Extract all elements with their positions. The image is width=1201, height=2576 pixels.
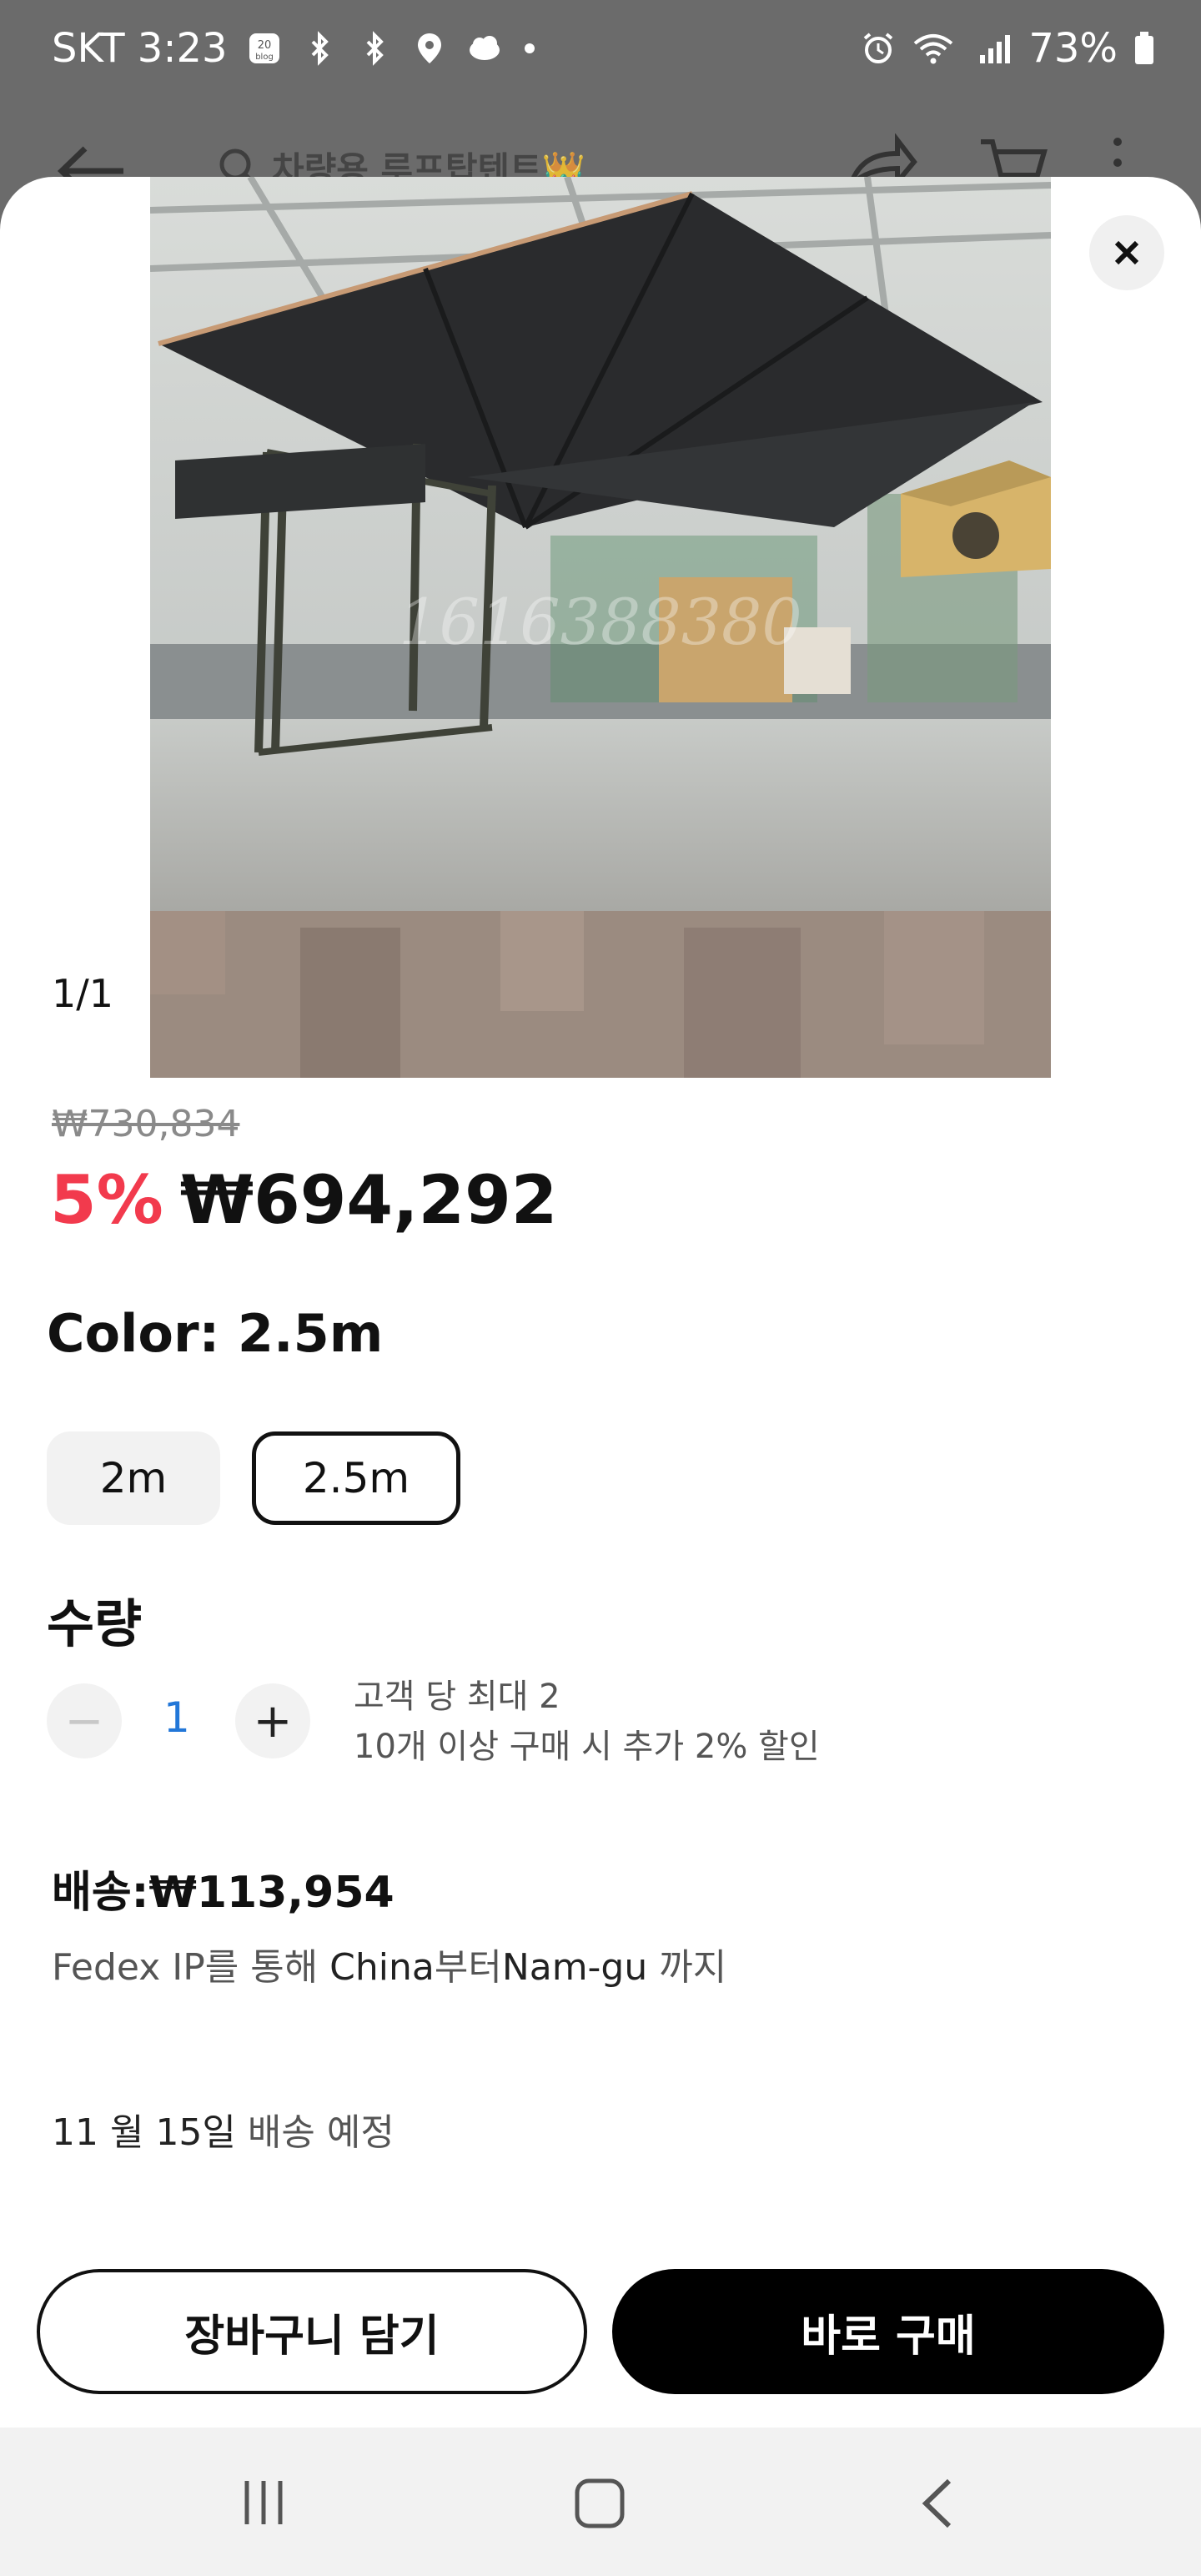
price-row: 5% ₩694,292 — [50, 1161, 557, 1239]
shipping-route: Fedex IP를 통해 China부터Nam-gu 까지 — [52, 1937, 726, 1990]
close-icon — [1114, 240, 1139, 265]
location-icon — [417, 33, 441, 63]
option-2-5m-selected[interactable]: 2.5m — [252, 1431, 460, 1525]
route-suffix: 까지 — [647, 1946, 727, 1989]
option-title: Color: 2.5m — [47, 1303, 384, 1364]
alarm-icon — [864, 33, 893, 63]
eta-suffix: 배송 예정 — [235, 2111, 394, 2154]
option-2m[interactable]: 2m — [47, 1431, 220, 1525]
sale-price: ₩694,292 — [179, 1161, 558, 1239]
dot-icon — [524, 43, 535, 53]
quantity-increase-button[interactable]: + — [235, 1683, 310, 1758]
quantity-limit: 고객 당 최대 2 — [354, 1678, 560, 1716]
route-prefix: Fedex IP를 통해 — [52, 1946, 330, 1989]
home-icon[interactable] — [574, 2478, 626, 2529]
product-image: 1616388380 — [150, 177, 1051, 1078]
eta-date: 11 월 15일 — [52, 2111, 236, 2154]
quantity-value: 1 — [163, 1693, 190, 1742]
quantity-note: 고객 당 최대 2 10개 이상 구매 시 추가 2% 할인 — [354, 1672, 820, 1772]
original-price: ₩730,834 — [52, 1103, 240, 1145]
status-bar: SKT 3:23 20 blog 73% — [0, 0, 1201, 108]
bluetooth-off-icon — [366, 31, 384, 66]
battery-level: 73% — [1028, 25, 1118, 72]
quantity-title: 수량 — [47, 1593, 143, 1654]
product-photo[interactable]: 1616388380 — [150, 177, 1051, 1078]
delivery-estimate: 11 월 15일 배송 예정 — [52, 2102, 394, 2156]
buy-now-button[interactable]: 바로 구매 — [612, 2269, 1164, 2394]
recent-apps-icon[interactable] — [239, 2478, 289, 2528]
carrier-time: SKT 3:23 — [52, 25, 228, 72]
svg-text:20: 20 — [257, 39, 271, 52]
add-to-cart-button[interactable]: 장바구니 담기 — [37, 2269, 587, 2394]
system-nav-bar — [0, 2428, 1201, 2576]
bulk-discount-note: 10개 이상 구매 시 추가 2% 할인 — [354, 1728, 820, 1766]
route-mid: 부터 — [434, 1946, 502, 1989]
option-bottom-sheet: 1616388380 1/1 ₩730,834 5% ₩694,292 Colo… — [0, 177, 1201, 2428]
shipping-fee: 배송:₩113,954 — [52, 1868, 394, 1918]
route-to: Nam-gu — [501, 1946, 648, 1989]
route-from: China — [329, 1946, 435, 1989]
bluetooth-off-icon — [311, 31, 329, 66]
status-right: 73% — [860, 25, 1156, 72]
quantity-decrease-button[interactable]: − — [47, 1683, 122, 1758]
cloud-icon — [469, 36, 500, 60]
close-button[interactable] — [1089, 215, 1164, 290]
watermark-text: 1616388380 — [399, 585, 802, 659]
battery-icon — [1135, 32, 1153, 64]
discount-rate: 5% — [50, 1161, 163, 1239]
status-left: SKT 3:23 20 blog — [52, 25, 538, 72]
wifi-icon — [914, 34, 953, 64]
back-icon[interactable] — [917, 2478, 959, 2529]
image-counter: 1/1 — [52, 971, 114, 1016]
blog-icon: 20blog — [249, 33, 279, 63]
signal-icon — [980, 35, 1011, 63]
svg-text:blog: blog — [255, 53, 274, 62]
